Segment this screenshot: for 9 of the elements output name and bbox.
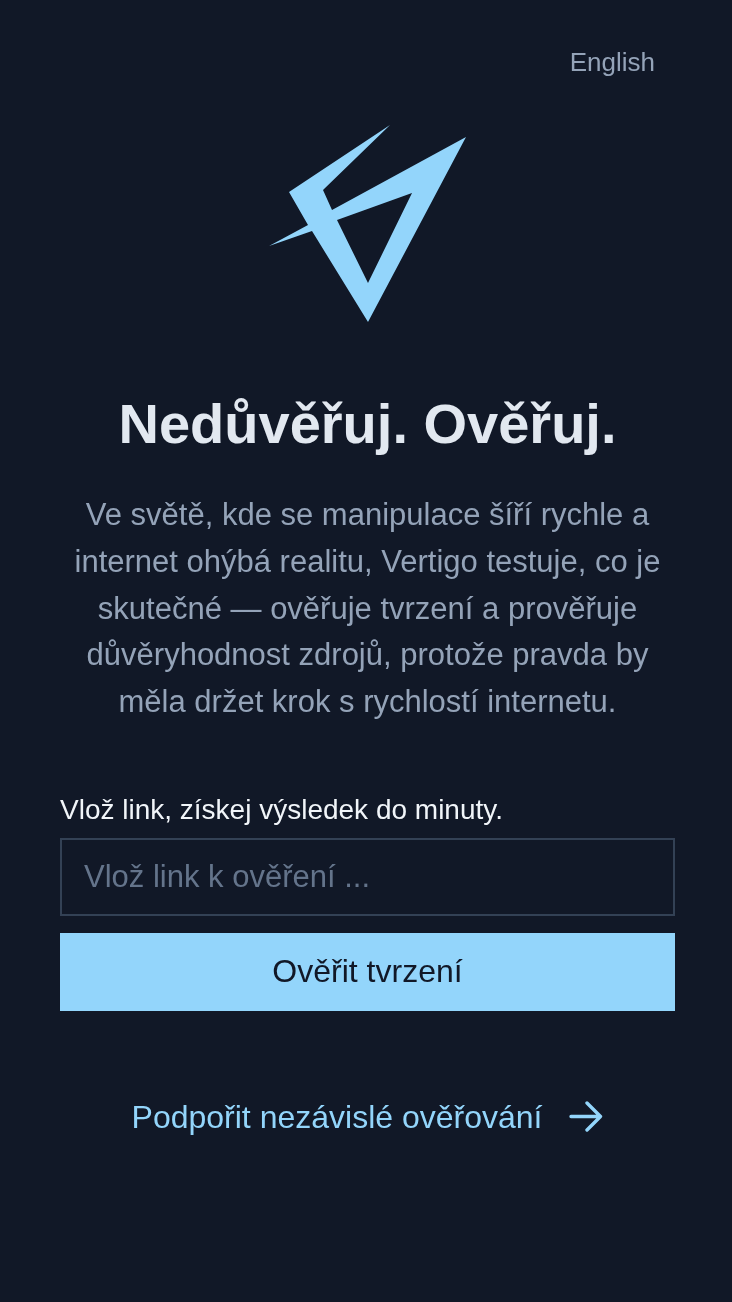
logo-icon xyxy=(269,125,466,322)
language-link[interactable]: English xyxy=(569,45,655,79)
input-label: Vlož link, získej výsledek do minuty. xyxy=(60,792,504,827)
verify-button[interactable]: Ověřit tvrzení xyxy=(60,932,675,1011)
link-input-field[interactable]: Vlož link k ověření ... xyxy=(60,837,675,916)
description-text: Ve světě, kde se manipulace šíří rychle a internet ohýbá realitu, Vertigo testuje, co je skutečné — ověřuje tvrzení a prověřuje důvěryhodnost zdrojů, protože pravda by měla držet krok s rychlostí internetu. xyxy=(73,496,662,721)
support-link[interactable]: Podpořit nezávislé ověřování xyxy=(131,1097,604,1136)
headline: Nedůvěřuj. Ověřuj. xyxy=(117,392,618,456)
arrow-right-icon xyxy=(569,1101,604,1133)
